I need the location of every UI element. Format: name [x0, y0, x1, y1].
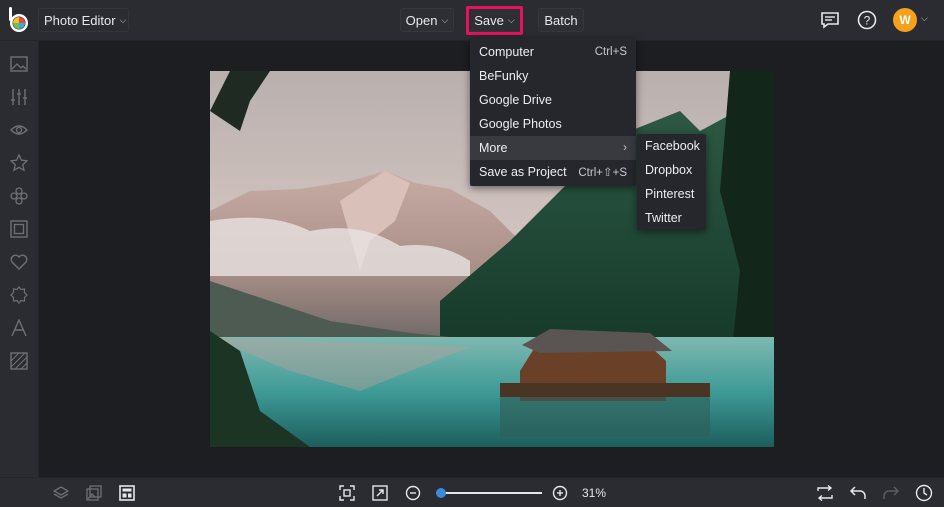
batch-label: Batch — [544, 12, 578, 28]
image-manager-icon[interactable] — [9, 54, 29, 74]
zoom-percentage: 31% — [582, 486, 607, 500]
save-menu-google-drive[interactable]: Google Drive — [470, 88, 636, 112]
frames-icon[interactable] — [9, 219, 29, 239]
help-icon[interactable]: ? — [855, 8, 879, 32]
save-menu-befunky[interactable]: BeFunky — [470, 64, 636, 88]
submenu-pinterest[interactable]: Pinterest — [637, 182, 706, 206]
save-menu-save-as-project[interactable]: Save as Project Ctrl+⇧+S — [470, 160, 636, 184]
compare-icon[interactable] — [815, 483, 835, 503]
chevron-right-icon: › — [623, 142, 627, 154]
menu-item-shortcut: Ctrl+S — [594, 46, 627, 58]
batch-button[interactable]: Batch — [538, 8, 584, 32]
graphics-icon[interactable] — [9, 252, 29, 272]
menu-item-label: Save as Project — [479, 165, 567, 179]
fit-screen-icon[interactable] — [337, 483, 357, 503]
submenu-facebook[interactable]: Facebook — [637, 134, 706, 158]
menu-item-label: Computer — [479, 45, 534, 59]
zoom-out-icon[interactable] — [403, 483, 423, 503]
menu-item-label: BeFunky — [479, 69, 529, 83]
submenu-twitter[interactable]: Twitter — [637, 206, 706, 230]
zoom-slider[interactable] — [436, 488, 542, 498]
save-menu-more[interactable]: More › — [470, 136, 636, 160]
menu-item-label: More — [479, 141, 508, 155]
textures-icon[interactable] — [9, 351, 29, 371]
menu-item-label: Google Drive — [479, 93, 552, 107]
redo-icon[interactable] — [881, 483, 901, 503]
open-button[interactable]: Open ⌵ — [400, 8, 454, 32]
befunky-logo-icon[interactable] — [6, 6, 32, 34]
effects-icon[interactable] — [9, 153, 29, 173]
menu-item-shortcut: Ctrl+⇧+S — [578, 167, 627, 179]
feedback-icon[interactable] — [818, 8, 842, 32]
adjustments-icon[interactable] — [9, 87, 29, 107]
left-sidebar — [0, 41, 39, 477]
image-manager-icon[interactable] — [84, 483, 104, 503]
save-menu-google-photos[interactable]: Google Photos — [470, 112, 636, 136]
more-submenu: Facebook Dropbox Pinterest Twitter — [637, 134, 706, 230]
undo-icon[interactable] — [848, 483, 868, 503]
menu-item-label: Facebook — [645, 139, 700, 153]
top-bar: Photo Editor ⌵ Open ⌵ Save ⌵ Batch ? W ⌵ — [0, 0, 944, 41]
menu-item-label: Google Photos — [479, 117, 562, 131]
submenu-dropbox[interactable]: Dropbox — [637, 158, 706, 182]
menu-item-label: Twitter — [645, 211, 682, 225]
history-icon[interactable] — [914, 483, 934, 503]
bottom-bar: 31% — [0, 477, 944, 507]
chevron-down-icon: ⌵ — [507, 14, 515, 25]
text-icon[interactable] — [9, 318, 29, 338]
actual-size-icon[interactable] — [370, 483, 390, 503]
layers-icon[interactable] — [51, 483, 71, 503]
save-button[interactable]: Save ⌵ — [468, 8, 521, 32]
app-title-dropdown[interactable]: Photo Editor ⌵ — [38, 8, 129, 32]
touch-up-icon[interactable] — [9, 120, 29, 140]
menu-item-label: Dropbox — [645, 163, 693, 177]
chevron-down-icon: ⌵ — [119, 14, 127, 25]
chevron-down-icon: ⌵ — [441, 14, 449, 25]
artsy-icon[interactable] — [9, 186, 29, 206]
zoom-in-icon[interactable] — [550, 483, 570, 503]
layout-icon[interactable] — [117, 483, 137, 503]
zoom-slider-thumb[interactable] — [436, 488, 447, 498]
avatar[interactable]: W — [893, 8, 917, 32]
chevron-down-icon[interactable]: ⌵ — [921, 13, 928, 24]
save-label: Save — [474, 12, 504, 28]
save-menu: Computer Ctrl+S BeFunky Google Drive Goo… — [470, 38, 636, 186]
menu-item-label: Pinterest — [645, 187, 695, 201]
open-label: Open — [405, 12, 438, 28]
svg-text:?: ? — [864, 14, 871, 28]
overlays-icon[interactable] — [9, 285, 29, 305]
save-menu-computer[interactable]: Computer Ctrl+S — [470, 40, 636, 64]
app-title: Photo Editor — [44, 12, 116, 28]
